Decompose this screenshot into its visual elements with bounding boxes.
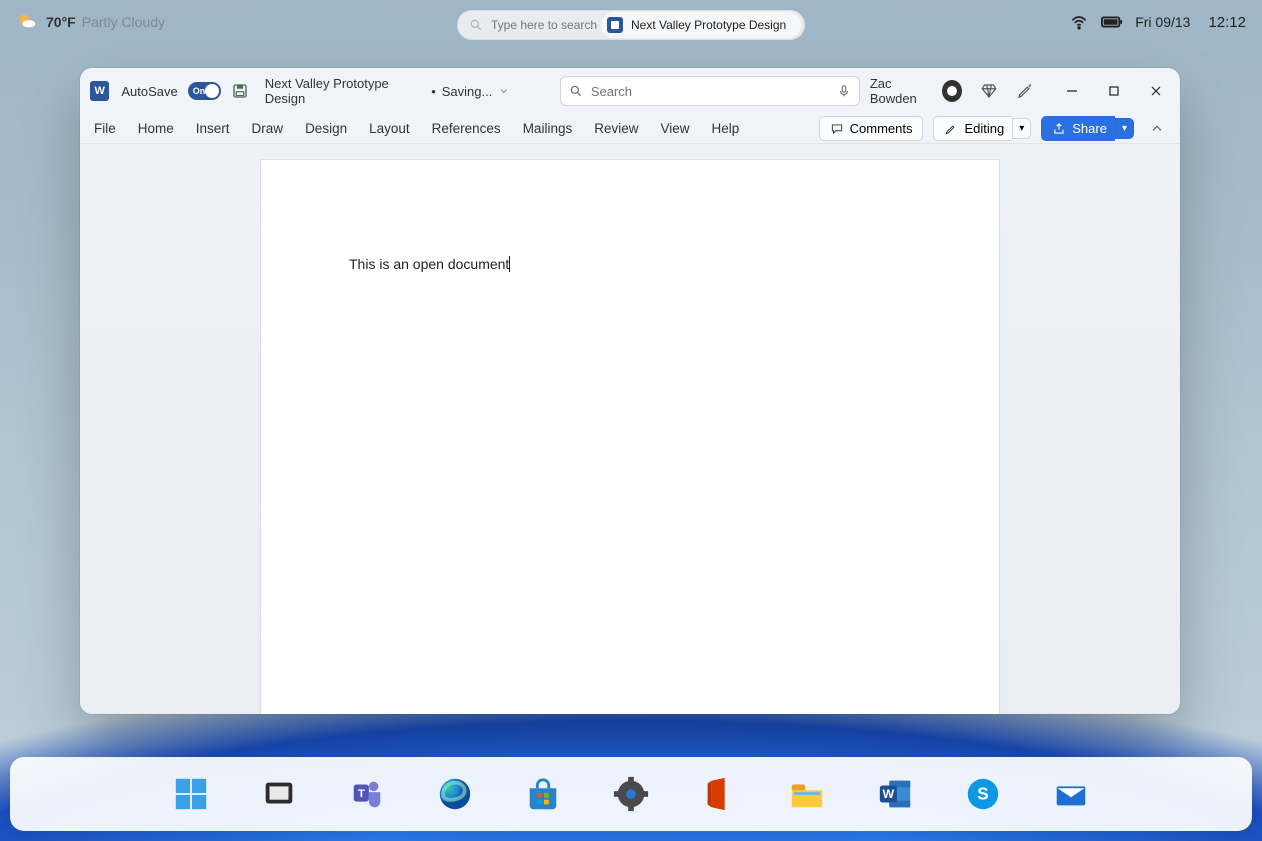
comments-label: Comments xyxy=(850,121,913,136)
tab-references[interactable]: References xyxy=(432,121,501,136)
taskbar-start[interactable] xyxy=(171,774,211,814)
user-account[interactable]: Zac Bowden xyxy=(870,76,962,106)
ribbon-collapse-icon[interactable] xyxy=(1148,120,1166,138)
share-dropdown[interactable]: ▾ xyxy=(1115,118,1134,139)
autosave-toggle[interactable]: On xyxy=(188,82,221,100)
pen-sparkle-icon[interactable] xyxy=(1016,82,1034,100)
tab-insert[interactable]: Insert xyxy=(196,121,230,136)
title-bar: W AutoSave On Next Valley Prototype Desi… xyxy=(80,68,1180,114)
tab-view[interactable]: View xyxy=(660,121,689,136)
taskbar-store[interactable] xyxy=(523,774,563,814)
share-label: Share xyxy=(1072,121,1107,136)
microphone-icon[interactable] xyxy=(837,84,851,98)
taskbar-skype[interactable]: S xyxy=(963,774,1003,814)
editing-dropdown[interactable]: ▾ xyxy=(1012,118,1031,139)
word-window: W AutoSave On Next Valley Prototype Desi… xyxy=(80,68,1180,714)
taskbar: T W S xyxy=(10,757,1252,831)
taskbar-file-explorer[interactable] xyxy=(787,774,827,814)
taskbar-teams[interactable]: T xyxy=(347,774,387,814)
document-canvas[interactable]: This is an open document xyxy=(80,144,1180,714)
save-icon[interactable] xyxy=(231,82,249,100)
document-page[interactable]: This is an open document xyxy=(261,160,999,714)
autosave-label: AutoSave xyxy=(121,84,177,99)
tab-layout[interactable]: Layout xyxy=(369,121,410,136)
weather-icon xyxy=(16,11,38,33)
taskbar-office[interactable] xyxy=(699,774,739,814)
tab-home[interactable]: Home xyxy=(138,121,174,136)
word-app-icon xyxy=(607,17,623,33)
title-search-input[interactable] xyxy=(591,84,829,99)
system-date[interactable]: Fri 09/13 xyxy=(1135,14,1190,30)
tab-review[interactable]: Review xyxy=(594,121,638,136)
search-icon xyxy=(469,18,483,32)
wifi-icon[interactable] xyxy=(1069,12,1089,32)
document-title-block[interactable]: Next Valley Prototype Design • Saving... xyxy=(265,76,510,106)
text-cursor xyxy=(509,256,510,272)
minimize-button[interactable] xyxy=(1058,77,1086,105)
document-body-text[interactable]: This is an open document xyxy=(349,256,509,272)
comments-button[interactable]: Comments xyxy=(819,116,924,141)
taskbar-settings[interactable] xyxy=(611,774,651,814)
close-button[interactable] xyxy=(1142,77,1170,105)
battery-icon[interactable] xyxy=(1101,15,1123,29)
tab-help[interactable]: Help xyxy=(712,121,740,136)
weather-temperature[interactable]: 70°F xyxy=(46,14,76,30)
diamond-icon[interactable] xyxy=(980,82,998,100)
share-button[interactable]: Share ▾ xyxy=(1041,116,1134,141)
svg-text:S: S xyxy=(977,785,988,804)
system-time[interactable]: 12:12 xyxy=(1208,14,1246,31)
taskbar-word[interactable]: W xyxy=(875,774,915,814)
title-search-box[interactable] xyxy=(560,76,860,106)
document-title: Next Valley Prototype Design xyxy=(265,76,425,106)
tab-mailings[interactable]: Mailings xyxy=(523,121,573,136)
share-icon xyxy=(1052,122,1066,136)
search-suggestion-text: Next Valley Prototype Design xyxy=(631,18,786,32)
chevron-down-icon xyxy=(498,85,509,97)
editing-mode-button[interactable]: Editing ▾ xyxy=(933,116,1031,141)
taskbar-edge[interactable] xyxy=(435,774,475,814)
user-name: Zac Bowden xyxy=(870,76,935,106)
editing-label: Editing xyxy=(964,121,1004,136)
svg-text:T: T xyxy=(358,788,365,800)
comment-icon xyxy=(830,122,844,136)
maximize-button[interactable] xyxy=(1100,77,1128,105)
search-icon xyxy=(569,84,583,98)
ribbon-tabs: File Home Insert Draw Design Layout Refe… xyxy=(94,121,739,136)
system-search[interactable]: Next Valley Prototype Design xyxy=(457,10,805,40)
tab-draw[interactable]: Draw xyxy=(252,121,284,136)
svg-text:W: W xyxy=(883,787,895,801)
word-icon: W xyxy=(90,81,109,101)
system-search-input[interactable] xyxy=(491,18,601,32)
autosave-state: On xyxy=(193,86,206,96)
pencil-icon xyxy=(944,122,958,136)
toggle-knob xyxy=(205,84,219,98)
tab-file[interactable]: File xyxy=(94,121,116,136)
avatar xyxy=(942,80,962,102)
taskbar-task-view[interactable] xyxy=(259,774,299,814)
tab-design[interactable]: Design xyxy=(305,121,347,136)
document-status: Saving... xyxy=(442,84,493,99)
ribbon: File Home Insert Draw Design Layout Refe… xyxy=(80,114,1180,144)
system-tray: Fri 09/13 12:12 xyxy=(1069,12,1246,32)
search-suggestion-pill[interactable]: Next Valley Prototype Design xyxy=(601,12,801,38)
weather-condition[interactable]: Partly Cloudy xyxy=(82,14,165,30)
doc-separator: • xyxy=(431,84,436,99)
taskbar-mail[interactable] xyxy=(1051,774,1091,814)
